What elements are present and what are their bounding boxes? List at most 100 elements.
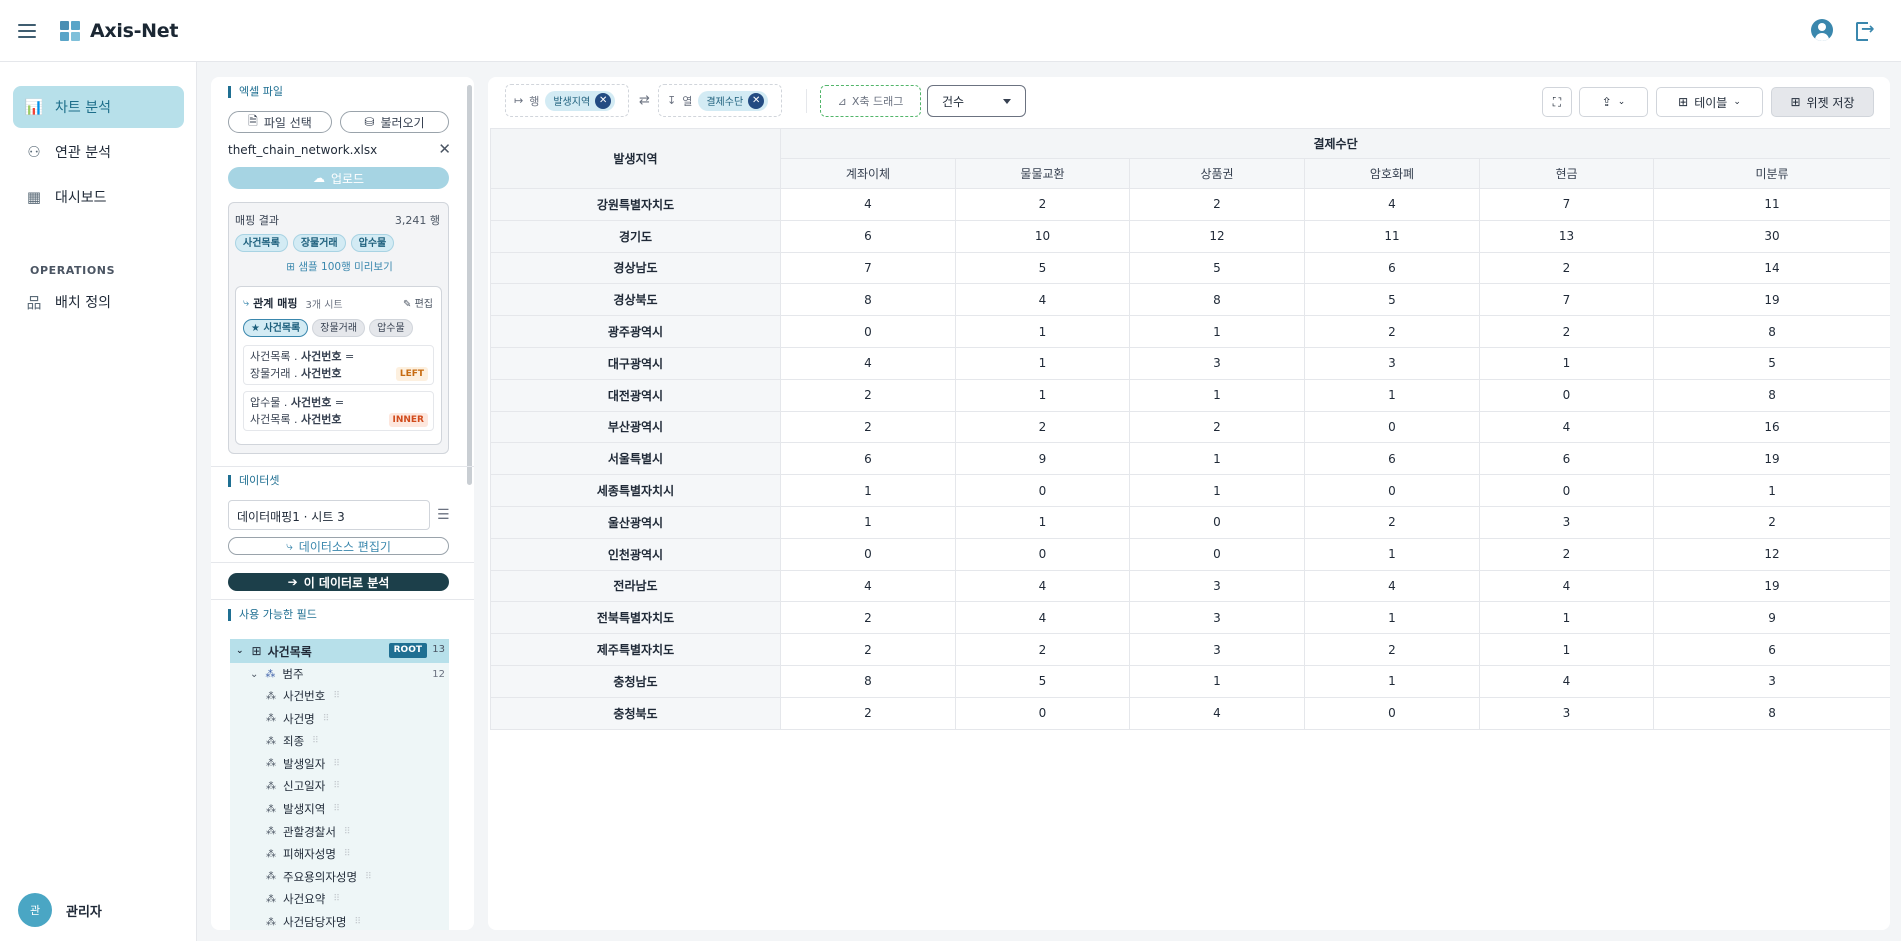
table-cell[interactable]: 4 bbox=[780, 346, 956, 380]
row-label-cell[interactable]: 제주특별자치도 bbox=[490, 633, 781, 666]
drag-handle-icon[interactable]: ⠿ bbox=[333, 759, 340, 769]
table-cell[interactable]: 0 bbox=[1304, 410, 1480, 444]
remove-field-icon[interactable]: ✕ bbox=[748, 92, 765, 109]
row-label-cell[interactable]: 광주광역시 bbox=[490, 315, 781, 348]
column-group-header[interactable]: 결제수단 bbox=[779, 128, 1890, 159]
row-label-cell[interactable]: 서울특별시 bbox=[490, 442, 781, 476]
column-header-cell[interactable]: 상품권 bbox=[1129, 158, 1305, 189]
table-cell[interactable]: 0 bbox=[1304, 474, 1480, 507]
drag-handle-icon[interactable]: ⠿ bbox=[312, 736, 319, 746]
table-cell[interactable]: 2 bbox=[1479, 251, 1654, 285]
sheet-chip[interactable]: 압수물 bbox=[350, 234, 395, 252]
table-cell[interactable]: 6 bbox=[1304, 251, 1480, 285]
nav-user[interactable]: 관 관리자 bbox=[18, 893, 102, 927]
table-cell[interactable]: 1 bbox=[955, 315, 1130, 348]
table-cell[interactable]: 2 bbox=[1304, 633, 1480, 666]
table-cell[interactable]: 2 bbox=[1304, 505, 1480, 539]
table-cell[interactable]: 2 bbox=[1129, 410, 1305, 444]
row-header-cell[interactable]: 발생지역 bbox=[490, 128, 781, 189]
sample-preview-link[interactable]: ⊞ 샘플 100행 미리보기 bbox=[229, 259, 450, 274]
view-type-button[interactable]: ⊞ 테이블 ⌄ bbox=[1656, 87, 1763, 117]
dataset-select[interactable]: 데이터매핑1 · 시트 3 bbox=[228, 500, 430, 530]
table-cell[interactable]: 1 bbox=[1479, 346, 1654, 380]
join-rule[interactable]: 사건목록 . 사건번호 = 장물거래 . 사건번호 LEFT bbox=[243, 345, 434, 385]
table-cell[interactable]: 1 bbox=[955, 346, 1130, 380]
table-cell[interactable]: 5 bbox=[1304, 283, 1480, 317]
table-cell[interactable]: 1 bbox=[1304, 601, 1480, 635]
table-cell[interactable]: 8 bbox=[1652, 378, 1890, 412]
table-cell[interactable]: 10 bbox=[955, 219, 1130, 253]
table-cell[interactable]: 4 bbox=[1129, 696, 1305, 730]
table-cell[interactable]: 0 bbox=[780, 315, 956, 348]
table-cell[interactable]: 5 bbox=[955, 664, 1130, 698]
relation-chip[interactable]: 장물거래 bbox=[312, 319, 366, 337]
table-cell[interactable]: 6 bbox=[780, 442, 956, 476]
table-cell[interactable]: 4 bbox=[1479, 569, 1654, 603]
field-item[interactable]: ⁂ 죄종 ⠿ bbox=[230, 730, 449, 752]
field-item[interactable]: ⁂ 신고일자 ⠿ bbox=[230, 775, 449, 797]
drag-handle-icon[interactable]: ⠿ bbox=[354, 917, 361, 927]
table-cell[interactable]: 4 bbox=[780, 188, 956, 221]
select-file-button[interactable]: 🗎 파일 선택 bbox=[228, 111, 332, 133]
save-widget-button[interactable]: ⊞ 위젯 저장 bbox=[1771, 87, 1874, 117]
table-cell[interactable]: 1 bbox=[780, 474, 956, 507]
row-label-cell[interactable]: 강원특별자치도 bbox=[490, 188, 781, 221]
field-item[interactable]: ⁂ 사건번호 ⠿ bbox=[230, 685, 449, 707]
export-button[interactable]: ⇪ ⌄ bbox=[1579, 87, 1648, 117]
tree-group-node[interactable]: ⌄ ⁂ 범주 12 bbox=[230, 663, 449, 685]
datasource-editor-button[interactable]: ⤷ 데이터소스 편집기 bbox=[228, 537, 449, 555]
panel-scrollbar[interactable] bbox=[467, 85, 472, 485]
table-cell[interactable]: 30 bbox=[1652, 219, 1890, 253]
table-cell[interactable]: 13 bbox=[1479, 219, 1654, 253]
table-cell[interactable]: 1 bbox=[1304, 537, 1480, 571]
table-cell[interactable]: 1 bbox=[1304, 664, 1480, 698]
table-cell[interactable]: 11 bbox=[1304, 219, 1480, 253]
column-field-chip[interactable]: 결제수단 ✕ bbox=[698, 90, 769, 111]
field-item[interactable]: ⁂ 발생일자 ⠿ bbox=[230, 753, 449, 775]
table-cell[interactable]: 2 bbox=[780, 378, 956, 412]
table-cell[interactable]: 3 bbox=[1479, 696, 1654, 730]
table-cell[interactable]: 1 bbox=[1129, 664, 1305, 698]
table-cell[interactable]: 3 bbox=[1652, 664, 1890, 698]
field-item[interactable]: ⁂ 사건명 ⠿ bbox=[230, 708, 449, 730]
app-logo[interactable]: Axis-Net bbox=[60, 20, 178, 42]
table-cell[interactable]: 4 bbox=[1479, 664, 1654, 698]
table-cell[interactable]: 2 bbox=[780, 633, 956, 666]
drag-handle-icon[interactable]: ⠿ bbox=[333, 781, 340, 791]
nav-item-chart-analysis[interactable]: 📊 차트 분석 bbox=[13, 86, 184, 128]
menu-icon[interactable] bbox=[18, 23, 36, 38]
field-item[interactable]: ⁂ 사건요약 ⠿ bbox=[230, 888, 449, 910]
x-axis-drop-zone[interactable]: ⊿ X축 드래그 bbox=[820, 85, 921, 117]
sheet-chip[interactable]: 장물거래 bbox=[292, 234, 346, 252]
table-cell[interactable]: 0 bbox=[1479, 378, 1654, 412]
table-cell[interactable]: 1 bbox=[1652, 474, 1890, 507]
table-cell[interactable]: 2 bbox=[780, 601, 956, 635]
table-cell[interactable]: 0 bbox=[1129, 505, 1305, 539]
table-cell[interactable]: 0 bbox=[1129, 537, 1305, 571]
drag-handle-icon[interactable]: ⠿ bbox=[333, 804, 340, 814]
table-cell[interactable]: 2 bbox=[1479, 537, 1654, 571]
table-cell[interactable]: 8 bbox=[780, 664, 956, 698]
column-header-cell[interactable]: 현금 bbox=[1479, 158, 1654, 189]
row-label-cell[interactable]: 대전광역시 bbox=[490, 378, 781, 412]
table-cell[interactable]: 1 bbox=[955, 505, 1130, 539]
table-cell[interactable]: 16 bbox=[1652, 410, 1890, 444]
table-cell[interactable]: 1 bbox=[1304, 378, 1480, 412]
row-shelf[interactable]: ↦ 행 발생지역 ✕ bbox=[505, 84, 629, 117]
table-cell[interactable]: 0 bbox=[780, 537, 956, 571]
field-item[interactable]: ⁂ 발생지역 ⠿ bbox=[230, 798, 449, 820]
table-cell[interactable]: 2 bbox=[780, 696, 956, 730]
table-cell[interactable]: 6 bbox=[780, 219, 956, 253]
row-label-cell[interactable]: 충청북도 bbox=[490, 696, 781, 730]
table-cell[interactable]: 3 bbox=[1129, 633, 1305, 666]
field-item[interactable]: ⁂ 사건담당자명 ⠿ bbox=[230, 911, 449, 930]
table-cell[interactable]: 2 bbox=[1652, 505, 1890, 539]
drag-handle-icon[interactable]: ⠿ bbox=[344, 849, 351, 859]
field-item[interactable]: ⁂ 피해자성명 ⠿ bbox=[230, 843, 449, 865]
table-cell[interactable]: 5 bbox=[1129, 251, 1305, 285]
table-cell[interactable]: 6 bbox=[1479, 442, 1654, 476]
table-cell[interactable]: 8 bbox=[1652, 696, 1890, 730]
sheet-chip[interactable]: 사건목록 bbox=[235, 234, 288, 252]
drag-handle-icon[interactable]: ⠿ bbox=[333, 894, 340, 904]
table-cell[interactable]: 8 bbox=[1652, 315, 1890, 348]
